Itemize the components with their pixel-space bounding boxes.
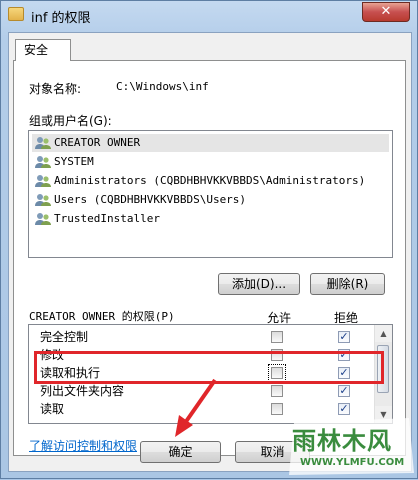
watermark-url: WWW.YLMFU.COM <box>300 457 405 468</box>
close-button[interactable]: ✕ <box>362 2 410 22</box>
user-name: Administrators (CQBDHBHVKKVBBDS\Administ… <box>54 174 366 187</box>
permissions-dialog: inf 的权限 ✕ 安全 对象名称: C:\Windows\inf 组或用户名(… <box>0 0 418 479</box>
watermark-title: 雨林木风 <box>292 427 392 455</box>
user-name: Users (CQBDHBHVKKVBBDS\Users) <box>54 193 247 206</box>
object-name-label: 对象名称: <box>29 82 82 96</box>
permission-name: 列出文件夹内容 <box>40 384 125 398</box>
add-button[interactable]: 添加(D)... <box>218 273 300 295</box>
list-item[interactable]: Users (CQBDHBHVKKVBBDS\Users) <box>32 191 389 209</box>
permission-name: 完全控制 <box>40 330 89 344</box>
remove-button[interactable]: 删除(R) <box>310 273 385 295</box>
arrow-annotation-icon <box>175 378 217 437</box>
user-list[interactable]: CREATOR OWNER SYSTEM Administrators (CQB… <box>28 130 393 258</box>
watermark-logo: 雨林木风 WWW.YLMFU.COM <box>284 413 418 480</box>
list-item[interactable]: SYSTEM <box>32 153 389 171</box>
learn-access-control-link[interactable]: 了解访问控制和权限 <box>29 437 137 454</box>
user-name: TrustedInstaller <box>54 212 160 225</box>
folder-icon <box>8 7 24 21</box>
tab-security[interactable]: 安全 <box>15 39 71 61</box>
users-icon <box>35 213 51 225</box>
users-icon <box>35 156 51 168</box>
object-name-value: C:\Windows\inf <box>116 80 209 93</box>
deny-checkbox[interactable]: ✓ <box>338 385 350 397</box>
permissions-title: CREATOR OWNER 的权限(P) <box>29 310 175 323</box>
user-name: CREATOR OWNER <box>54 136 141 149</box>
scroll-up-arrow-icon[interactable]: ▲ <box>375 325 392 342</box>
users-icon <box>35 137 51 149</box>
ok-button[interactable]: 确定 <box>140 441 221 463</box>
window-title: inf 的权限 <box>31 11 91 26</box>
permission-row: 完全控制 ✓ <box>29 328 374 346</box>
groups-label: 组或用户名(G): <box>29 114 112 128</box>
title-bar[interactable]: inf 的权限 ✕ <box>1 1 417 31</box>
allow-checkbox[interactable] <box>271 331 283 343</box>
deny-checkbox[interactable]: ✓ <box>338 331 350 343</box>
list-item[interactable]: Administrators (CQBDHBHVKKVBBDS\Administ… <box>32 172 389 190</box>
permission-name: 读取 <box>40 402 65 416</box>
user-name: SYSTEM <box>54 155 94 168</box>
allow-checkbox[interactable] <box>271 403 283 415</box>
users-icon <box>35 175 51 187</box>
list-item[interactable]: CREATOR OWNER <box>32 134 389 152</box>
list-item[interactable]: TrustedInstaller <box>32 210 389 228</box>
users-icon <box>35 194 51 206</box>
allow-checkbox[interactable] <box>271 385 283 397</box>
